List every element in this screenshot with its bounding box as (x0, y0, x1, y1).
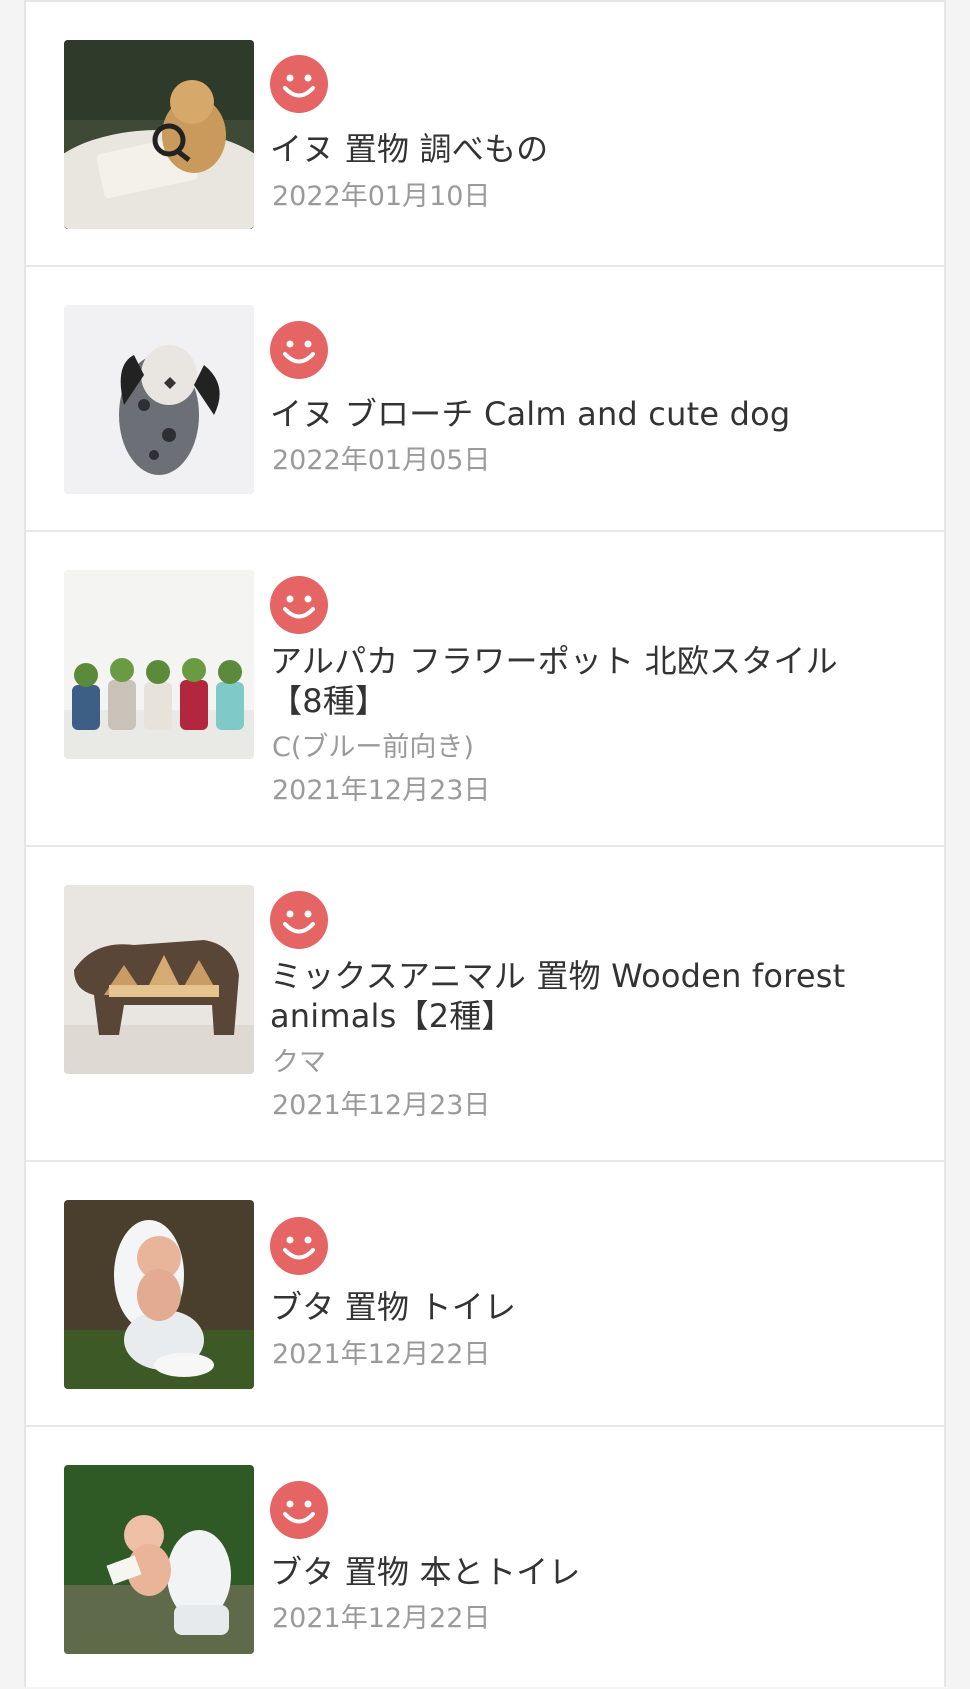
product-thumbnail[interactable] (64, 885, 254, 1074)
list-item[interactable]: イヌ 置物 調べもの 2022年01月10日 (26, 2, 944, 267)
smiley-face-icon (270, 891, 328, 949)
product-title[interactable]: イヌ 置物 調べもの (270, 129, 910, 169)
product-thumbnail[interactable] (64, 305, 254, 494)
smiley-face-icon (270, 321, 328, 379)
smiley-face-icon (270, 576, 328, 634)
product-thumbnail[interactable] (64, 570, 254, 759)
review-date: 2022年01月05日 (272, 445, 491, 476)
list-item[interactable]: ブタ 置物 トイレ 2021年12月22日 (26, 1162, 944, 1427)
dog-brooch-image (64, 305, 254, 494)
review-date: 2021年12月22日 (272, 1603, 491, 1634)
product-title[interactable]: アルパカ フラワーポット 北欧スタイル 【8種】 (270, 641, 910, 721)
product-title-line: アルパカ フラワーポット 北欧スタイル (270, 642, 838, 680)
product-title-line: 【8種】 (270, 682, 388, 720)
pig-toilet-figurine-image (64, 1200, 254, 1389)
product-title[interactable]: ブタ 置物 本とトイレ (270, 1552, 910, 1592)
review-date: 2022年01月10日 (272, 181, 491, 212)
smiley-face-icon (270, 55, 328, 113)
product-title[interactable]: ブタ 置物 トイレ (270, 1287, 910, 1327)
product-thumbnail[interactable] (64, 1465, 254, 1654)
smiley-face-icon (270, 1481, 328, 1539)
review-list: イヌ 置物 調べもの 2022年01月10日 イヌ ブローチ Calm and … (24, 0, 946, 1687)
product-title[interactable]: ミックスアニマル 置物 Wooden forest animals【2種】 (270, 956, 910, 1036)
alpaca-flower-pot-image (64, 570, 254, 759)
list-item[interactable]: イヌ ブローチ Calm and cute dog 2022年01月05日 (26, 267, 944, 532)
review-date: 2021年12月22日 (272, 1339, 491, 1370)
pig-book-toilet-figurine-image (64, 1465, 254, 1654)
product-title[interactable]: イヌ ブローチ Calm and cute dog (270, 394, 910, 434)
product-title-line: ミックスアニマル 置物 Wooden forest (270, 957, 846, 995)
product-thumbnail[interactable] (64, 40, 254, 229)
wooden-bear-image (64, 885, 254, 1074)
list-item[interactable]: ブタ 置物 本とトイレ 2021年12月22日 (26, 1427, 944, 1689)
product-thumbnail[interactable] (64, 1200, 254, 1389)
product-variant: クマ (272, 1047, 326, 1078)
dog-magnifier-figurine-image (64, 40, 254, 229)
smiley-face-icon (270, 1217, 328, 1275)
product-variant: C(ブルー前向き) (272, 732, 474, 763)
review-date: 2021年12月23日 (272, 1090, 491, 1121)
review-date: 2021年12月23日 (272, 775, 491, 806)
list-item[interactable]: アルパカ フラワーポット 北欧スタイル 【8種】 C(ブルー前向き) 2021年… (26, 532, 944, 847)
product-title-line: animals【2種】 (270, 997, 514, 1035)
list-item[interactable]: ミックスアニマル 置物 Wooden forest animals【2種】 クマ… (26, 847, 944, 1162)
